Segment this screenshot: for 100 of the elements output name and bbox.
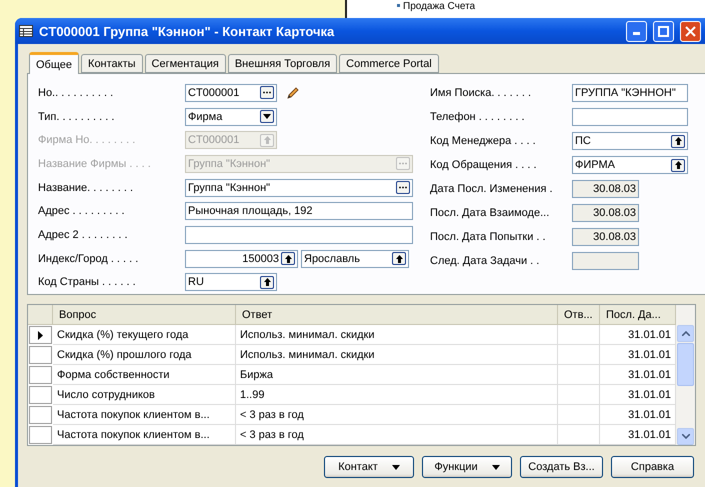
row-pointer-icon [38,330,43,340]
input-field[interactable]: CT000001 [185,84,277,102]
input-field[interactable]: 30.08.03 [572,204,639,222]
table-cell: Биржа [236,365,558,385]
table-cell: Скидка (%) прошлого года [53,345,236,365]
field-label: Но.. . . . . . . . . . [38,86,114,99]
table-cell: Число сотрудников [53,385,236,405]
field-label: Адрес . . . . . . . . . [38,205,126,218]
field-label: Имя Поиска. . . . . . . [430,87,532,99]
ellipsis-button[interactable] [396,181,410,194]
table-cell: Использ. минимал. скидки [236,325,558,345]
field-label: Телефон . . . . . . . . [430,111,526,123]
maximize-icon [658,26,669,36]
caret-icon [392,464,400,470]
tab[interactable]: Контакты [81,54,143,73]
field-label: Адрес 2 . . . . . . . . [38,228,129,241]
scroll-up-button[interactable] [677,325,694,342]
lookup-button[interactable] [671,134,685,148]
up-arrow-icon [264,278,270,286]
table-cell [558,405,600,425]
table-cell: Форма собственности [53,365,236,385]
table-cell: Частота покупок клиентом в... [53,405,236,425]
close-icon [685,26,696,36]
field-label: Индекс/Город . . . . . [38,252,140,265]
action-button[interactable]: Функции [422,456,512,478]
action-button[interactable]: Справка [611,456,694,478]
city-field[interactable]: Ярославль [301,250,409,268]
input-field[interactable]: 30.08.03 [572,228,639,246]
input-field[interactable] [185,226,413,244]
minimize-button[interactable] [626,20,647,42]
list-item: Продажа Счета [403,0,476,13]
input-field[interactable]: RU [185,273,277,292]
field-label: Название. . . . . . . . [38,182,134,194]
tab[interactable]: Commerce Portal [339,54,439,73]
tab[interactable]: Общее [29,52,80,74]
input-field[interactable] [572,108,688,126]
lookup-button[interactable] [671,158,685,172]
chevron-down-icon [682,434,690,439]
field-label: Код Страны . . . . . . [38,276,137,288]
field-label: Фирма Но. . . . . . . . [38,134,136,146]
bullet-icon [397,4,400,7]
ellipsis-icon [399,162,407,166]
row-selector[interactable] [29,326,52,344]
column-header[interactable]: Ответ [236,305,558,325]
table-cell [558,345,600,365]
field-label: Дата Посл. Изменения . [430,183,554,195]
input-field[interactable]: Группа "Кэннон" [185,178,413,197]
table-cell [558,365,600,385]
column-header[interactable]: Вопрос [53,305,236,325]
scroll-down-button[interactable] [677,428,694,445]
up-arrow-icon [396,254,402,263]
field-label: Посл. Дата Попытки . . [430,231,547,243]
ellipsis-icon [399,186,407,190]
table-cell: Частота покупок клиентом в... [53,425,236,445]
input-field[interactable]: ПС [572,132,688,150]
ellipsis-icon [263,91,271,94]
scroll-thumb[interactable] [677,343,694,386]
field-label: След. Дата Задачи . . [430,255,540,267]
header-cell [28,305,53,325]
postcode-field[interactable]: 150003 [185,250,298,268]
close-button[interactable] [680,20,701,42]
caret-icon [492,464,500,470]
input-field[interactable]: ГРУППА "КЭННОН" [572,84,688,102]
tab[interactable]: Сегментация [144,54,226,73]
column-header[interactable]: Отв... [558,305,600,325]
field-label: Тип. . . . . . . . . . [38,110,116,122]
table-cell [558,385,600,405]
up-arrow-icon [674,137,682,145]
table-cell: Использ. минимал. скидки [236,345,558,365]
input-field[interactable]: Фирма [185,108,277,126]
table-cell: < 3 раз в год [236,405,558,425]
ellipsis-button[interactable] [260,86,274,100]
tab[interactable]: Внешняя Торговля [228,54,338,73]
scrollbar[interactable] [676,305,695,445]
chevron-up-icon [682,331,690,336]
lookup-button[interactable] [281,252,295,266]
maximize-button[interactable] [653,20,674,42]
table-cell [558,325,600,345]
input-field[interactable] [572,252,639,270]
dropdown-button[interactable] [260,110,274,123]
table-icon [19,25,33,37]
column-header[interactable]: Посл. Да... [600,305,676,325]
field-label: Название Фирмы . . . . [38,158,152,170]
input-field[interactable]: Рыночная площадь, 192 [185,202,413,220]
input-field[interactable]: ФИРМА [572,156,688,174]
field-label: Код Обращения . . . . [430,159,538,171]
action-button[interactable]: Контакт [324,456,414,478]
action-button[interactable]: Создать Вз... [520,456,603,478]
window-title: CT000001 Группа "Кэннон" - Контакт Карточка [39,24,336,38]
field-label: Посл. Дата Взаимоде... [430,207,550,219]
up-arrow-icon [264,136,270,144]
caret-icon [263,114,271,119]
pencil-icon[interactable] [286,86,300,100]
up-arrow-icon [674,161,682,169]
table-cell: 1..99 [236,385,558,405]
lookup-button[interactable] [392,252,406,266]
input-field[interactable]: 30.08.03 [572,180,639,198]
up-arrow-icon [284,254,292,263]
lookup-button[interactable] [260,276,274,289]
table-cell: < 3 раз в год [236,425,558,445]
